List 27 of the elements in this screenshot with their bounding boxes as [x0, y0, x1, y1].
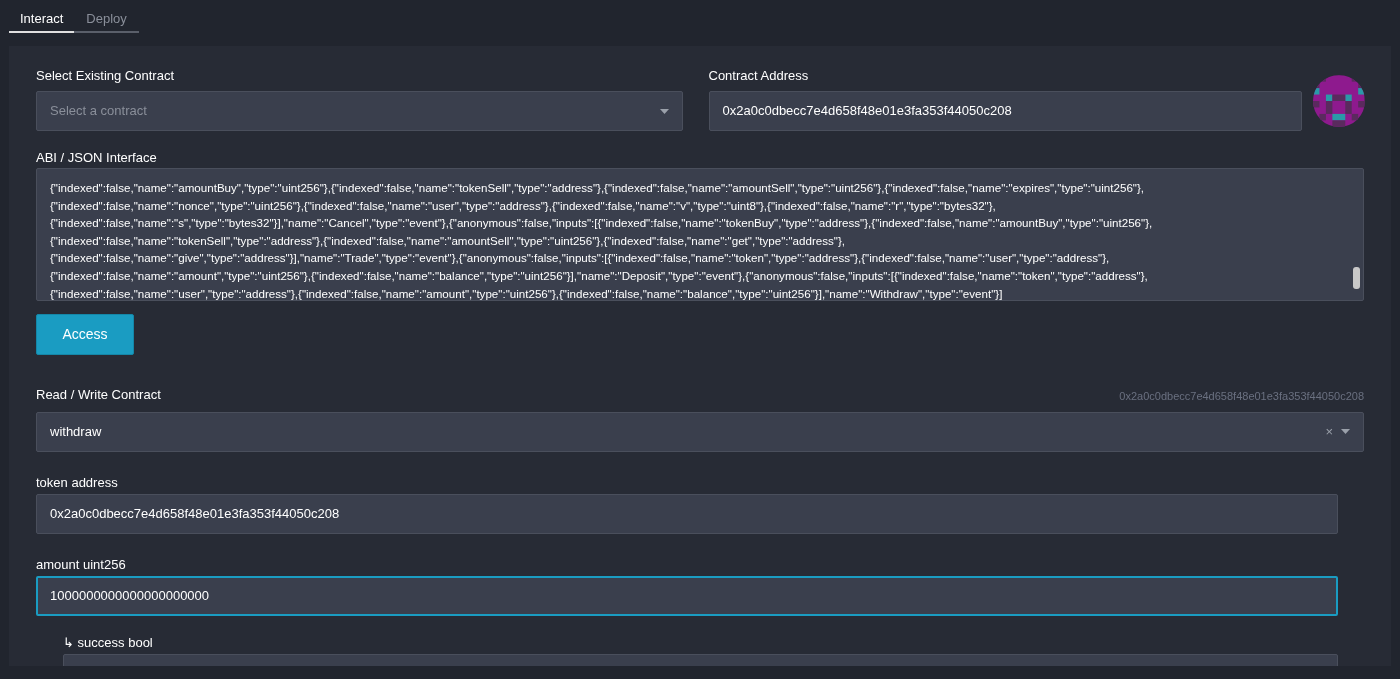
abi-textarea[interactable]	[36, 168, 1364, 301]
tab[interactable]: Interact	[9, 6, 75, 33]
caret-icon	[1341, 429, 1350, 434]
abi-text-line: {"indexed":false,"name":"user","type":"address"},{"indexed":false,"name":"amount","type":"uint256"},{"indexed":false,"name":"balance","type":"uint256"}],"name":"Withdraw","type":"event"}]	[50, 285, 1003, 300]
field-label: amount uint256	[36, 555, 127, 573]
abi-text-line: {"indexed":false,"name":"give","type":"address"}],"name":"Trade","type":"event"},{"anonymous":false,"inputs":[{"indexed":false,"name":"token","type":"address"},{"indexed":false,"name":"user","type":"address"},	[50, 250, 1110, 267]
scrollbar-thumb[interactable]	[1353, 267, 1360, 289]
input-field[interactable]: 1000000000000000000000	[36, 575, 1338, 616]
tab[interactable]: Deploy	[74, 6, 139, 33]
address-field[interactable]: 0x2a0c0dbecc7e4d658f48e01e3fa353f44050c208	[708, 91, 1303, 131]
caret-icon	[659, 108, 669, 114]
field-label: Read / Write Contract	[36, 386, 161, 404]
abi-text-line: {"indexed":false,"name":"s","type":"bytes32"}],"name":"Cancel","type":"event"},{"anonymous":false,"inputs":[{"indexed":false,"name":"tokenBuy","type":"address"},{"indexed":false,"name":"amountBuy","type":"uint256"},	[50, 215, 1153, 232]
field-label: token address	[36, 473, 119, 491]
abi-text-line: {"indexed":false,"name":"amountBuy","type":"uint256"},{"indexed":false,"name":"tokenSell","type":"address"},{"indexed":false,"name":"amountSell","type":"uint256"},{"indexed":false,"name":"expires","type":"uint256"},	[50, 180, 1145, 196]
input-field[interactable]: 0x2a0c0dbecc7e4d658f48e01e3fa353f44050c208	[36, 493, 1338, 534]
field-label: Select Existing Contract	[36, 67, 175, 84]
abi-text-line: {"indexed":false,"name":"amount","type":"uint256"},{"indexed":false,"name":"balance","type":"uint256"}],"name":"Deposit","type":"event"},{"anonymous":false,"inputs":[{"indexed":false,"name":"token","type":"address"},	[50, 267, 1148, 284]
field-label: Contract Address	[708, 67, 810, 84]
function-dropdown[interactable]: withdraw ×	[36, 411, 1364, 452]
abi-text-line: {"indexed":false,"name":"nonce","type":"uint256"},{"indexed":false,"name":"user","type":"address"},{"indexed":false,"name":"v","type":"uint8"},{"indexed":false,"name":"r","type":"bytes32"},	[50, 197, 996, 214]
clear-button[interactable]: ×	[1325, 421, 1333, 442]
contract-address-hint: 0x2a0c0dbecc7e4d658f48e01e3fa353f44050c208	[1119, 389, 1364, 404]
field-label: ABI / JSON Interface	[36, 149, 158, 166]
abi-text-line: {"indexed":false,"name":"tokenSell","type":"address"},{"indexed":false,"name":"amountSell","type":"uint256"},{"indexed":false,"name":"get","type":"address"},	[50, 232, 846, 249]
output-label: ↳ success bool	[63, 633, 154, 651]
identicon-avatar	[1313, 75, 1365, 127]
